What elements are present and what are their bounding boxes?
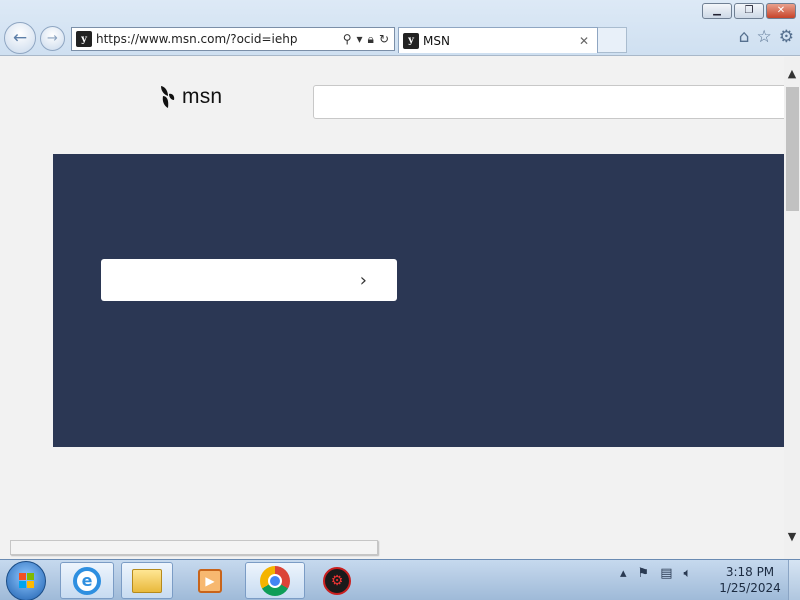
msn-favicon: y [76,31,92,47]
arrow-right-icon: → [47,31,58,46]
msn-logo[interactable]: msn [158,84,222,110]
show-hidden-icons[interactable]: ▴ [620,566,627,581]
hero-banner: › [53,154,784,447]
network-icon[interactable]: ▤ [660,566,672,581]
logo-text: msn [182,85,223,108]
restore-icon: ❐ [744,5,754,16]
taskbar-ie[interactable]: e [60,562,114,599]
refresh-icon[interactable]: ↻ [379,32,389,47]
close-icon: ✕ [776,5,786,16]
search-input[interactable] [313,85,784,119]
gear-icon[interactable]: ⚙ [779,27,794,47]
chrome-icon [260,565,290,596]
close-tab-icon[interactable]: ✕ [577,34,591,48]
address-tools: ⚲ ▾ 🔒︎ ↻ [343,32,394,47]
taskbar-chrome[interactable] [245,562,305,599]
search-icon[interactable]: ⚲ [343,32,352,47]
status-popup [10,540,378,555]
clock[interactable]: 3:18 PM 1/25/2024 [718,564,782,596]
show-desktop-button[interactable] [788,560,800,600]
close-button[interactable]: ✕ [766,3,796,19]
app-icon: ⚙ [323,566,351,595]
taskbar: e ▶ ⚙ ▴ ⚑ ▤ 🔈︎ 3:18 PM 1/25/2024 [0,559,800,600]
butterfly-icon [161,86,175,108]
tab-title: MSN [423,33,450,48]
vertical-scrollbar[interactable]: ▲ ▼ [784,57,800,559]
clock-date: 1/25/2024 [719,581,781,595]
minimize-button[interactable]: ▁ [702,3,732,19]
taskbar-media-player[interactable]: ▶ [183,562,237,599]
favorites-icon[interactable]: ☆ [757,27,772,47]
scroll-thumb[interactable] [786,87,799,211]
volume-icon[interactable]: 🔈︎ [683,566,691,581]
new-tab-button[interactable] [598,27,627,53]
minimize-icon: ▁ [713,5,721,16]
hero-action-button[interactable]: › [101,259,397,301]
back-button[interactable]: ← [4,22,36,54]
command-icons: ⌂ ☆ ⚙ [739,27,794,47]
address-bar[interactable]: y https://www.msn.com/?ocid=iehp ⚲ ▾ 🔒︎ … [71,27,395,51]
ie-icon: e [73,566,101,595]
action-center-icon[interactable]: ⚑ [638,566,650,581]
lock-icon[interactable]: 🔒︎ [368,32,374,47]
arrow-left-icon: ← [12,28,28,48]
media-player-icon: ▶ [198,568,222,593]
tab-msn[interactable]: y MSN ✕ [398,27,598,53]
scroll-up-icon[interactable]: ▲ [784,67,800,83]
taskbar-app[interactable]: ⚙ [311,562,363,599]
address-url[interactable]: https://www.msn.com/?ocid=iehp [96,32,343,46]
msn-favicon: y [403,32,419,49]
restore-button[interactable]: ❐ [734,3,764,19]
window-controls: ▁ ❐ ✕ [702,3,796,19]
scroll-down-icon[interactable]: ▼ [784,530,800,546]
folder-icon [132,568,162,593]
dropdown-icon[interactable]: ▾ [357,32,363,47]
page-viewport: msn › [0,57,784,559]
windows-logo-icon [19,573,35,589]
start-button[interactable] [6,561,46,600]
forward-button[interactable]: → [40,26,65,51]
home-icon[interactable]: ⌂ [739,27,750,47]
browser-chrome: ▁ ❐ ✕ ← → y https://www.msn.com/?ocid=ie… [0,0,800,56]
taskbar-explorer[interactable] [121,562,173,599]
clock-time: 3:18 PM [725,565,775,579]
chevron-right-icon: › [359,269,367,291]
system-tray: ▴ ⚑ ▤ 🔈︎ [620,566,691,581]
